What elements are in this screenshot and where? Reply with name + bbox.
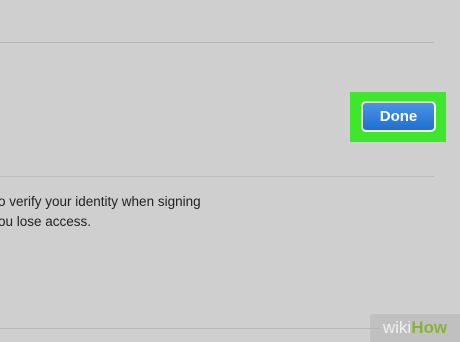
top-divider	[0, 42, 434, 43]
middle-divider	[0, 176, 434, 177]
description-line-2: ou lose access.	[0, 214, 92, 229]
watermark-how: How	[411, 318, 448, 337]
bottom-divider	[0, 328, 380, 329]
watermark-wiki: wiki	[382, 318, 412, 337]
description-line-1: o verify your identity when signing	[0, 194, 201, 209]
wikihow-watermark: wikiHow	[370, 314, 460, 342]
description-text: o verify your identity when signing ou l…	[0, 192, 258, 232]
done-button[interactable]: Done	[361, 101, 436, 132]
